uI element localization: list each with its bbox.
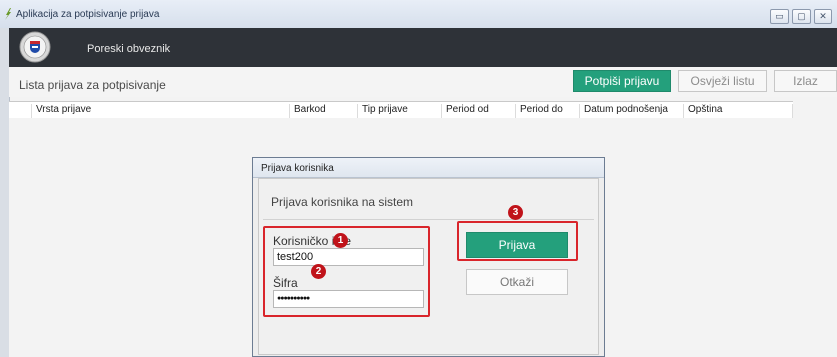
list-title: Lista prijava za potpisivanje	[19, 78, 166, 92]
coat-of-arms-logo	[19, 31, 51, 63]
dialog-title: Prijava korisnika	[261, 163, 334, 174]
column-header[interactable]: Opština	[683, 104, 793, 118]
annotation-marker-1: 1	[333, 233, 348, 248]
sign-button[interactable]: Potpiši prijavu	[573, 70, 671, 92]
exit-button[interactable]: Izlaz	[774, 70, 837, 92]
table-header: Vrsta prijave Barkod Tip prijave Period …	[9, 101, 793, 119]
refresh-button[interactable]: Osvježi listu	[678, 70, 767, 92]
dialog-titlebar: Prijava korisnika	[253, 158, 604, 178]
maximize-icon[interactable]: ▢	[792, 9, 811, 24]
annotation-login-box	[457, 221, 578, 261]
toolbar: Lista prijava za potpisivanje Potpiši pr…	[9, 67, 837, 97]
app-header: Poreski obveznik	[9, 28, 837, 67]
dialog-subtitle: Prijava korisnika na sistem	[271, 195, 414, 209]
cancel-button[interactable]: Otkaži	[466, 269, 568, 295]
column-header[interactable]: Tip prijave	[357, 104, 441, 118]
annotation-marker-2: 2	[311, 264, 326, 279]
app-icon	[5, 8, 11, 20]
annotation-marker-3: 3	[508, 205, 523, 220]
close-icon[interactable]: ✕	[814, 9, 832, 24]
window-titlebar: Aplikacija za potpisivanje prijava ▭ ▢ ✕	[0, 0, 837, 29]
column-header[interactable]: Datum podnošenja	[579, 104, 683, 118]
minimize-icon[interactable]: ▭	[770, 9, 789, 24]
column-header[interactable]: Period do	[515, 104, 579, 118]
app-name: Poreski obveznik	[87, 43, 171, 55]
divider	[263, 219, 594, 220]
column-header[interactable]: Vrsta prijave	[31, 104, 289, 118]
column-header[interactable]: Barkod	[289, 104, 357, 118]
window-title: Aplikacija za potpisivanje prijava	[16, 9, 160, 20]
column-header[interactable]: Period od	[441, 104, 515, 118]
